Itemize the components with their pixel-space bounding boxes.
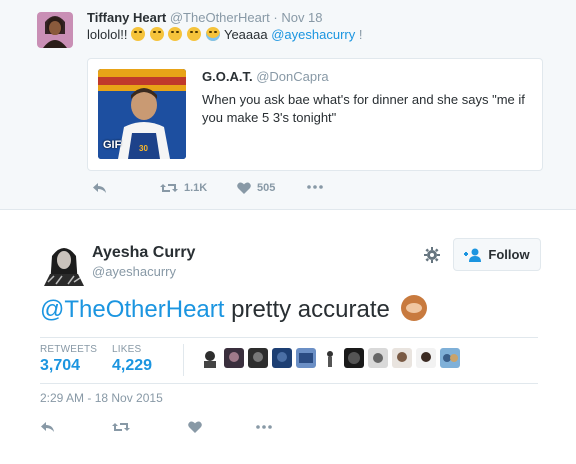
reply-icon	[41, 422, 54, 432]
divider	[40, 337, 538, 338]
author-handle[interactable]: @ayeshacurry	[92, 264, 176, 279]
retweet-count: 1.1K	[184, 182, 208, 194]
like-button[interactable]: 505	[237, 182, 275, 194]
tweet-text-mid: Yeaaaa	[223, 27, 272, 42]
tweet-text-end: !	[358, 27, 363, 42]
retweets-stat[interactable]: RETWEETS 3,704	[40, 344, 97, 375]
more-icon	[256, 425, 272, 429]
tweet-text-start: lololol!!	[87, 27, 132, 42]
like-count: 505	[257, 182, 276, 194]
laughing-emoji	[131, 27, 146, 41]
tweet-text: lololol!! Yeaaaa @ayeshacurry !	[87, 27, 362, 42]
retweet-icon	[160, 184, 178, 192]
retweet-button[interactable]	[112, 421, 130, 433]
gif-thumbnail[interactable]: 30 GIF	[98, 69, 186, 159]
tweet-actions	[40, 421, 340, 441]
quoted-author-name[interactable]: G.O.A.T.	[202, 69, 253, 84]
tweet-header: Tiffany Heart @TheOtherHeart · Nov 18	[87, 10, 323, 25]
divider	[40, 383, 538, 384]
mention-link[interactable]: @ayeshacurry	[271, 27, 355, 42]
reply-button[interactable]	[40, 421, 55, 433]
reply-icon	[93, 183, 106, 193]
gif-badge: GIF	[103, 139, 122, 151]
liker-avatar[interactable]	[320, 348, 340, 368]
laughing-emoji	[168, 27, 183, 41]
gear-icon[interactable]	[424, 247, 440, 263]
quoted-header: G.O.A.T. @DonCapra	[202, 69, 329, 84]
reply-button[interactable]	[92, 182, 107, 194]
tweet-actions: 1.1K 505	[87, 182, 387, 202]
like-button[interactable]	[188, 421, 202, 433]
likes-label: LIKES	[112, 344, 142, 355]
liker-avatar[interactable]	[272, 348, 292, 368]
liker-avatar[interactable]	[368, 348, 388, 368]
more-button[interactable]	[307, 185, 323, 189]
liker-avatar[interactable]	[392, 348, 412, 368]
follow-button-label: Follow	[488, 247, 530, 262]
avatar[interactable]	[37, 12, 73, 48]
heart-icon	[188, 421, 202, 433]
author-name[interactable]: Tiffany Heart	[87, 10, 166, 25]
laughing-emoji	[186, 27, 201, 41]
monkey-emoji	[400, 295, 427, 321]
likers-avatars	[200, 348, 460, 368]
liker-avatar[interactable]	[440, 348, 460, 368]
svg-text:30: 30	[139, 144, 148, 153]
follow-person-icon	[464, 248, 482, 262]
tweet-date[interactable]: Nov 18	[281, 10, 322, 25]
mention-link[interactable]: @TheOtherHeart	[40, 296, 224, 323]
follow-button[interactable]: Follow	[453, 238, 541, 271]
likes-stat[interactable]: LIKES 4,229	[112, 344, 152, 375]
more-icon	[307, 185, 323, 189]
retweet-button[interactable]: 1.1K	[160, 182, 207, 194]
liker-avatar[interactable]	[248, 348, 268, 368]
liker-avatar[interactable]	[344, 348, 364, 368]
author-name[interactable]: Ayesha Curry	[92, 244, 195, 262]
tweet-text-body: pretty accurate	[224, 296, 397, 323]
quoted-tweet[interactable]: 30 GIF G.O.A.T. @DonCapra When you ask b…	[87, 58, 543, 171]
quoted-author-handle[interactable]: @DonCapra	[256, 69, 328, 84]
liker-avatar[interactable]	[224, 348, 244, 368]
liker-avatar[interactable]	[296, 348, 316, 368]
more-button[interactable]	[256, 425, 272, 429]
crying-emoji	[205, 27, 220, 41]
parent-tweet: Tiffany Heart @TheOtherHeart · Nov 18 lo…	[0, 0, 576, 210]
retweets-value: 3,704	[40, 357, 81, 374]
retweets-label: RETWEETS	[40, 344, 98, 355]
quoted-text: When you ask bae what's for dinner and s…	[202, 92, 525, 125]
laughing-emoji	[149, 27, 164, 41]
likes-value: 4,229	[112, 357, 153, 374]
header-separator: ·	[269, 10, 282, 25]
tweet-timestamp[interactable]: 2:29 AM - 18 Nov 2015	[40, 391, 163, 405]
stats-separator	[183, 344, 184, 376]
avatar[interactable]	[40, 238, 88, 286]
retweet-icon	[112, 423, 130, 431]
tweet-text: @TheOtherHeart pretty accurate	[40, 295, 427, 325]
author-handle[interactable]: @TheOtherHeart	[170, 10, 270, 25]
liker-avatar[interactable]	[200, 348, 220, 368]
heart-icon	[237, 182, 251, 194]
liker-avatar[interactable]	[416, 348, 436, 368]
